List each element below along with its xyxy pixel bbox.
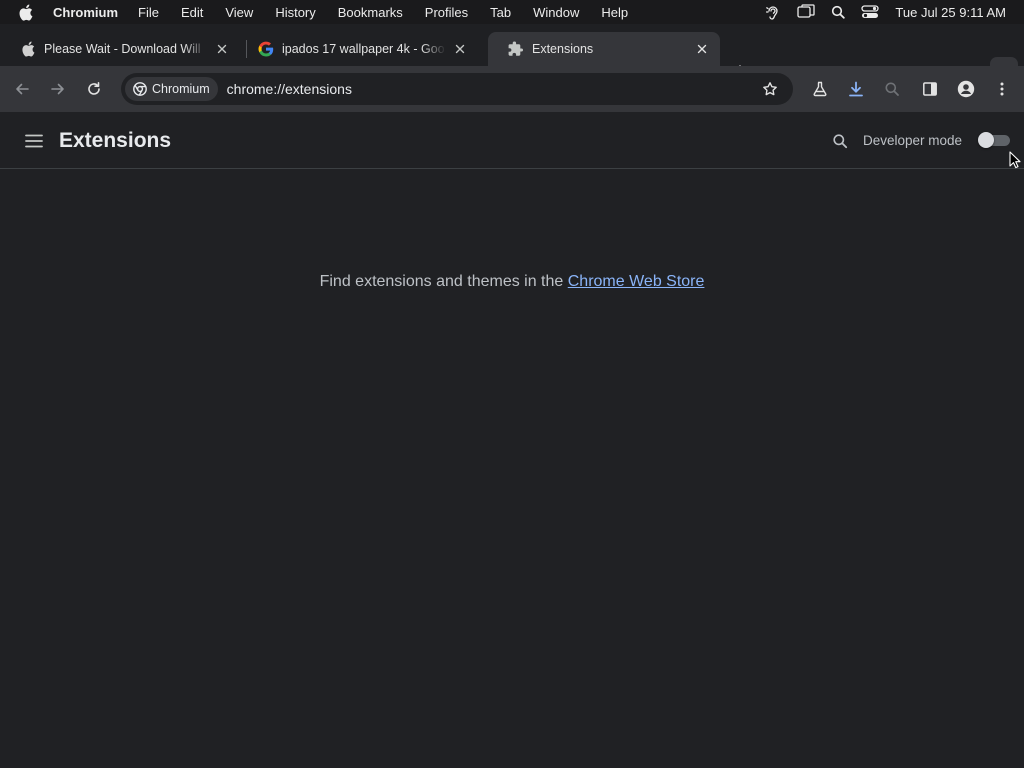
- forward-arrow-icon[interactable]: [48, 79, 68, 99]
- menu-view[interactable]: View: [225, 5, 253, 20]
- tab-title: Extensions: [532, 42, 594, 56]
- menu-tab[interactable]: Tab: [490, 5, 511, 20]
- tab-extensions[interactable]: Extensions: [488, 32, 720, 66]
- apple-menu-icon[interactable]: [18, 4, 36, 21]
- downloads-icon[interactable]: [846, 79, 866, 99]
- site-chip-label: Chromium: [152, 82, 210, 96]
- menu-history[interactable]: History: [275, 5, 315, 20]
- menu-window[interactable]: Window: [533, 5, 579, 20]
- bookmark-star-icon[interactable]: [761, 80, 779, 98]
- puzzle-icon: [508, 41, 524, 57]
- empty-state-message: Find extensions and themes in the Chrome…: [0, 273, 1024, 291]
- labs-flask-icon[interactable]: [810, 79, 830, 99]
- close-tab-icon[interactable]: [214, 41, 230, 57]
- menu-edit[interactable]: Edit: [181, 5, 203, 20]
- apple-icon: [20, 41, 36, 57]
- tab-title: ipados 17 wallpaper 4k - Goo: [282, 42, 445, 56]
- page-title: Extensions: [59, 129, 172, 152]
- tab-strip: Please Wait - Download Will ipados 17 wa…: [0, 24, 1024, 83]
- developer-mode-toggle[interactable]: [978, 132, 1010, 148]
- menubar-status-area: Tue Jul 25 9:11 AM: [749, 0, 1006, 24]
- back-arrow-icon[interactable]: [12, 79, 32, 99]
- empty-state-text: Find extensions and themes in the: [319, 273, 568, 290]
- chrome-web-store-link[interactable]: Chrome Web Store: [568, 273, 705, 290]
- reload-icon[interactable]: [84, 79, 104, 99]
- tab-please-wait[interactable]: Please Wait - Download Will: [0, 32, 240, 66]
- profile-avatar-icon[interactable]: [956, 79, 976, 99]
- menu-help[interactable]: Help: [601, 5, 628, 20]
- macos-menu-bar: Chromium File Edit View History Bookmark…: [0, 0, 1024, 24]
- google-icon: [258, 41, 274, 57]
- spotlight-search-icon[interactable]: [831, 5, 846, 19]
- hamburger-menu-icon[interactable]: [24, 131, 44, 151]
- browser-toolbar: Chromium chrome://extensions: [0, 66, 1024, 112]
- address-bar[interactable]: Chromium chrome://extensions: [121, 73, 793, 105]
- menu-profiles[interactable]: Profiles: [425, 5, 468, 20]
- control-center-icon[interactable]: [861, 5, 880, 19]
- hearing-icon[interactable]: [765, 4, 781, 20]
- menu-app-name[interactable]: Chromium: [53, 5, 118, 20]
- toggle-knob: [978, 132, 994, 148]
- tab-google-search[interactable]: ipados 17 wallpaper 4k - Goo: [238, 32, 478, 66]
- chromium-logo-icon: [133, 82, 147, 96]
- search-extensions-icon[interactable]: [830, 131, 850, 151]
- site-info-chip[interactable]: Chromium: [125, 77, 218, 101]
- menu-file[interactable]: File: [138, 5, 159, 20]
- menu-bookmarks[interactable]: Bookmarks: [338, 5, 403, 20]
- more-menu-icon[interactable]: [992, 79, 1012, 99]
- find-search-icon[interactable]: [882, 79, 902, 99]
- mouse-cursor-icon: [1009, 151, 1021, 169]
- screen-mirroring-icon[interactable]: [797, 4, 816, 20]
- close-tab-icon[interactable]: [452, 41, 468, 57]
- tab-title: Please Wait - Download Will: [44, 42, 201, 56]
- developer-mode-label: Developer mode: [863, 133, 963, 148]
- url-text: chrome://extensions: [226, 81, 352, 97]
- close-tab-icon[interactable]: [694, 41, 710, 57]
- menubar-clock[interactable]: Tue Jul 25 9:11 AM: [895, 5, 1006, 20]
- extensions-header: Extensions Developer mode: [0, 112, 1024, 169]
- side-panel-icon[interactable]: [920, 79, 940, 99]
